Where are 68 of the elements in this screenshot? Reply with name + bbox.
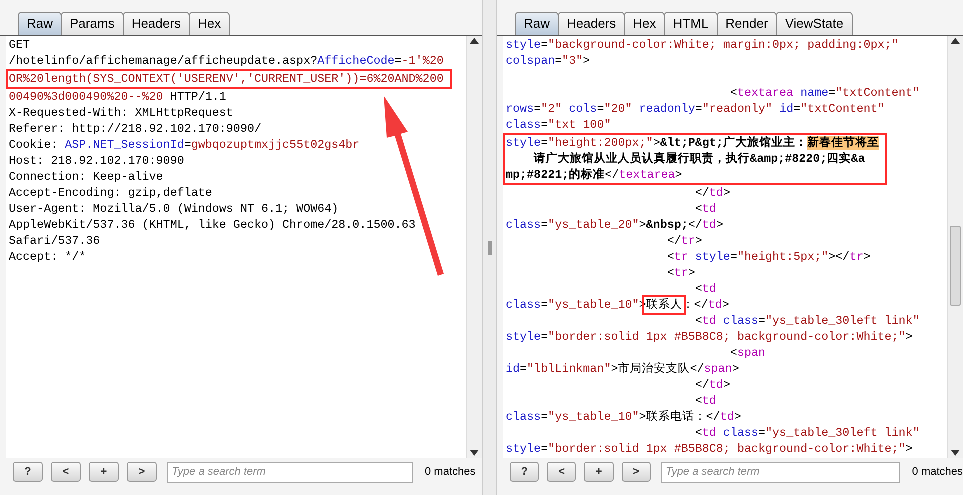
search-field[interactable]: Type a search term xyxy=(167,462,413,482)
scrollbar[interactable] xyxy=(947,36,963,458)
code-line: </tr> xyxy=(666,233,702,249)
code-line: <td xyxy=(694,281,716,297)
code-line: Accept: */* xyxy=(9,249,86,265)
code-line: <td xyxy=(694,393,716,409)
scroll-up-icon[interactable] xyxy=(951,38,960,44)
code-line: class="txt 100" xyxy=(506,117,612,133)
code-line: style="background-color:White; margin:0px; padding:0px;" xyxy=(506,37,899,53)
tab[interactable]: ViewState xyxy=(776,12,853,35)
code-line: </td> xyxy=(694,185,730,201)
code-line: <td xyxy=(694,201,716,217)
code-line: <td class="ys_table_30left link" xyxy=(694,313,920,329)
code-line: class="ys_table_20">&nbsp;</td> xyxy=(506,217,724,233)
code-line: style="height:200px;">&lt;P&gt;广大旅馆业主：新春佳节将至 xyxy=(506,135,880,151)
code-line: GET xyxy=(9,37,30,53)
tab[interactable]: Params xyxy=(61,12,124,35)
code-line: AppleWebKit/537.36 (KHTML, like Gecko) Chrome/28.0.1500.63 xyxy=(9,217,416,233)
code-line: rows="2" cols="20" readonly="readonly" id="txtContent" xyxy=(506,101,885,117)
tab[interactable]: Raw xyxy=(18,12,62,35)
tab[interactable]: Hex xyxy=(188,12,230,35)
code-line: Cookie: ASP.NET_SessionId=gwbqozuptmxjjc55t02gs4br xyxy=(9,137,360,153)
scrollbar[interactable] xyxy=(466,36,482,458)
code-line: <td class="ys_table_30left link" xyxy=(694,425,920,441)
code-line: <tr> xyxy=(666,265,696,281)
code-line: id="lblLinkman">市局治安支队</span> xyxy=(506,361,740,377)
code-line: Connection: Keep-alive xyxy=(9,169,164,185)
code-line: 00490%3d000490%20--%20 HTTP/1.1 xyxy=(9,89,226,105)
toolbar-button[interactable]: ? xyxy=(510,462,540,482)
code-line: Referer: http://218.92.102.170:9090/ xyxy=(9,121,262,137)
code-line: 请广大旅馆从业人员认真履行职责，执行&amp;#8220;四实&a xyxy=(532,151,866,167)
code-line: <textarea name="txtContent" xyxy=(729,85,920,101)
code-line: X-Requested-With: XMLHttpRequest xyxy=(9,105,234,121)
tab[interactable]: Raw xyxy=(515,12,560,35)
code-line: Host: 218.92.102.170:9090 xyxy=(9,153,184,169)
tab[interactable]: Headers xyxy=(558,12,626,35)
scroll-down-icon[interactable] xyxy=(951,450,960,456)
tab[interactable]: HTML xyxy=(664,12,718,35)
code-line: User-Agent: Mozilla/5.0 (Windows NT 6.1; WOW64) xyxy=(9,201,339,217)
toolbar-button[interactable]: > xyxy=(622,462,651,482)
scroll-thumb[interactable] xyxy=(950,226,961,306)
match-count: 0 matches xyxy=(425,464,476,480)
code-line: mp;#8221;的标准</textarea> xyxy=(506,167,682,183)
code-line: <span xyxy=(729,345,766,361)
code-line: Accept-Encoding: gzip,deflate xyxy=(9,185,212,201)
code-line: Safari/537.36 xyxy=(9,233,100,249)
code-line: colspan="3"> xyxy=(506,53,590,69)
code-line: </td> xyxy=(694,377,730,393)
code-line: OR%20length(SYS_CONTEXT('USERENV','CURRENT_USER'))=6%20AND%200 xyxy=(9,71,444,87)
toolbar-button[interactable]: < xyxy=(51,462,81,482)
splitter-grip-icon xyxy=(488,240,492,254)
code-line: style="border:solid 1px #B5B8C8; background-color:White;"> xyxy=(506,329,913,345)
toolbar-button[interactable]: > xyxy=(127,462,157,482)
toolbar-button[interactable]: + xyxy=(584,462,614,482)
scroll-down-icon[interactable] xyxy=(470,450,479,456)
tab[interactable]: Headers xyxy=(122,12,190,35)
match-count: 0 matches xyxy=(912,464,963,480)
tab[interactable]: Hex xyxy=(624,12,666,35)
code-line: class="ys_table_10">联系电话：</td> xyxy=(506,409,742,425)
toolbar-button[interactable]: ? xyxy=(13,462,43,482)
code-line: <tr style="height:5px;"></tr> xyxy=(666,249,871,265)
scroll-up-icon[interactable] xyxy=(470,38,479,44)
toolbar-button[interactable]: < xyxy=(547,462,576,482)
search-field[interactable]: Type a search term xyxy=(660,462,900,482)
tab[interactable]: Render xyxy=(716,12,778,35)
toolbar-button[interactable]: + xyxy=(89,462,119,482)
code-line: /hotelinfo/affichemanage/afficheupdate.aspx?AfficheCode=-1'%20 xyxy=(9,53,444,69)
code-line: style="border:solid 1px #B5B8C8; background-color:White;"> xyxy=(506,441,913,457)
